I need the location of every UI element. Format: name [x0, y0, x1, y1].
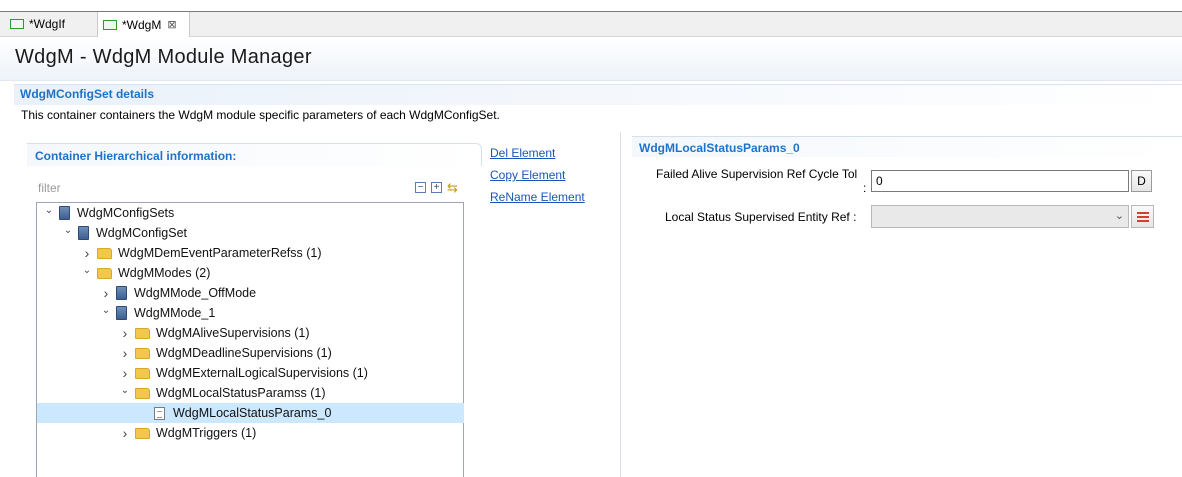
rename-element-link[interactable]: ReName Element — [490, 190, 585, 204]
container-icon — [59, 206, 70, 220]
tab-wdgif[interactable]: *WdgIf — [0, 12, 97, 36]
folder-icon — [97, 247, 112, 259]
folder-icon — [135, 387, 150, 399]
chevron-down-icon[interactable]: ⌄ — [81, 265, 93, 276]
failed-alive-colon: : — [863, 181, 867, 195]
default-button[interactable]: D — [1131, 170, 1152, 192]
tree-item[interactable]: WdgMLocalStatusParams_0 — [37, 403, 464, 423]
editor-icon — [10, 19, 24, 29]
chevron-down-icon[interactable]: ⌄ — [119, 385, 131, 396]
tab-wdgm[interactable]: *WdgM ⊠ — [97, 12, 190, 37]
tree-item-label: WdgMMode_1 — [134, 306, 216, 320]
tree-item-label: WdgMMode_OffMode — [134, 286, 257, 300]
collapse-all-icon[interactable]: − — [415, 182, 426, 193]
container-tree[interactable]: ⌄ WdgMConfigSets ⌄ WdgMConfigSet › WdgMDemEve… — [36, 202, 464, 477]
editor-tab-bar: *WdgIf *WdgM ⊠ — [0, 12, 1182, 37]
folder-icon — [135, 367, 150, 379]
container-icon — [116, 306, 127, 320]
tree-item[interactable]: › WdgMExternalLogicalSupervisions (1) — [37, 363, 464, 383]
tree-item[interactable]: › WdgMAliveSupervisions (1) — [37, 323, 464, 343]
tree-item-label: WdgMConfigSets — [77, 206, 175, 220]
folder-icon — [97, 267, 112, 279]
chevron-right-icon[interactable]: › — [119, 345, 131, 361]
chevron-right-icon[interactable]: › — [119, 325, 131, 341]
tree-item[interactable]: › WdgMDeadlineSupervisions (1) — [37, 343, 464, 363]
chevron-down-icon[interactable]: ⌄ — [62, 225, 74, 236]
section-description: This container containers the WdgM modul… — [21, 108, 500, 122]
expand-all-icon[interactable]: + — [431, 182, 442, 193]
failed-alive-cycle-tol-input[interactable]: 0 — [871, 170, 1129, 192]
section-title: WdgMConfigSet details — [20, 87, 154, 101]
tree-item[interactable]: › WdgMMode_OffMode — [37, 283, 464, 303]
container-icon — [78, 226, 89, 240]
container-icon — [116, 286, 127, 300]
tree-item-label: WdgMModes (2) — [118, 266, 211, 280]
tree-item-label: WdgMDeadlineSupervisions (1) — [156, 346, 332, 360]
copy-element-link[interactable]: Copy Element — [490, 168, 565, 182]
page-title: WdgM - WdgM Module Manager — [15, 46, 312, 68]
tree-item-label: WdgMDemEventParameterRefss (1) — [118, 246, 322, 260]
chevron-right-icon[interactable]: › — [119, 425, 131, 441]
del-element-link[interactable]: Del Element — [490, 146, 555, 160]
tree-item[interactable]: › WdgMDemEventParameterRefss (1) — [37, 243, 464, 263]
tree-item[interactable]: ⌄ WdgMLocalStatusParamss (1) — [37, 383, 464, 403]
folder-icon — [135, 427, 150, 439]
folder-icon — [135, 327, 150, 339]
tree-item[interactable]: ⌄ WdgMConfigSet — [37, 223, 464, 243]
sync-icon[interactable]: ⇆ — [447, 180, 458, 196]
chevron-down-icon[interactable]: ⌄ — [100, 305, 112, 316]
tab-label: *WdgM — [122, 17, 162, 32]
tree-item[interactable]: ⌄ WdgMMode_1 — [37, 303, 464, 323]
tree-item-label: WdgMExternalLogicalSupervisions (1) — [156, 366, 368, 380]
failed-alive-label: Failed Alive Supervision Ref Cycle Tol — [656, 167, 858, 181]
tree-item[interactable]: ⌄ WdgMModes (2) — [37, 263, 464, 283]
tree-item-label: WdgMTriggers (1) — [156, 426, 257, 440]
folder-icon — [135, 347, 150, 359]
details-title: WdgMLocalStatusParams_0 — [639, 141, 800, 155]
chevron-right-icon[interactable]: › — [100, 285, 112, 301]
container-panel-title: Container Hierarchical information: — [35, 149, 237, 163]
editor-icon — [103, 19, 117, 30]
filter-input[interactable]: filter — [38, 181, 61, 195]
document-icon — [154, 406, 165, 420]
panel-divider — [620, 132, 621, 477]
local-status-label: Local Status Supervised Entity Ref : — [665, 210, 857, 224]
tab-label: *WdgIf — [29, 17, 66, 31]
chevron-down-icon[interactable]: ⌄ — [43, 205, 55, 216]
header-divider — [0, 80, 1182, 81]
section-header-bar — [14, 84, 1182, 105]
tree-item-label: WdgMLocalStatusParamss (1) — [156, 386, 326, 400]
tree-item-label: WdgMConfigSet — [96, 226, 188, 240]
chevron-right-icon[interactable]: › — [81, 245, 93, 261]
chevron-right-icon[interactable]: › — [119, 365, 131, 381]
tree-item-label: WdgMAliveSupervisions (1) — [156, 326, 310, 340]
local-status-entity-select[interactable]: ⌄ — [871, 205, 1129, 228]
tree-item-label: WdgMLocalStatusParams_0 — [173, 406, 332, 420]
tree-item[interactable]: › WdgMTriggers (1) — [37, 423, 464, 443]
close-icon[interactable]: ⊠ — [167, 18, 176, 31]
tree-item[interactable]: ⌄ WdgMConfigSets — [37, 203, 464, 223]
chevron-down-icon: ⌄ — [1114, 210, 1124, 222]
list-select-button[interactable] — [1131, 205, 1154, 228]
